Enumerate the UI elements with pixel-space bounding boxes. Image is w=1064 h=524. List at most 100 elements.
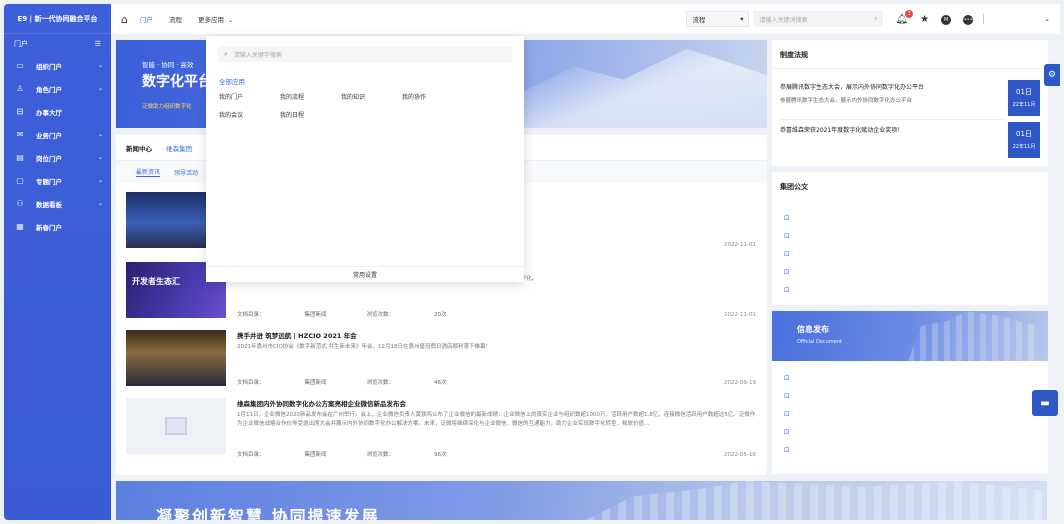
list-item[interactable]: 携手并进 筑梦远航 | HZCIO 2021 年会 2021年惠州市CIO协会《… bbox=[126, 330, 756, 388]
nav-process[interactable]: 流程 bbox=[169, 14, 182, 24]
notice-sub: 参展腾讯数字生态大会，展示内外协同数字化办公平台 bbox=[780, 98, 913, 104]
doc-icon[interactable]: ⊡ bbox=[784, 410, 790, 418]
date-day: 01日 bbox=[1016, 88, 1032, 96]
article-title[interactable]: 携手并进 筑梦远航 | HZCIO 2021 年会 bbox=[237, 330, 357, 340]
article-meta: 文档目录： 集团新闻 浏览次数： 96次 bbox=[237, 450, 487, 458]
app-link-my-schedule[interactable]: 我的日程 bbox=[280, 110, 341, 128]
grid-icon: ▦ bbox=[16, 222, 24, 231]
nav-portal[interactable]: 门户 bbox=[140, 14, 153, 24]
chevron-down-icon: ⌄ bbox=[227, 17, 234, 24]
notice-title: 恭喜维森荣获2021年度数字化赋动企业奖项！ bbox=[780, 127, 904, 134]
common-settings-button[interactable]: 常用设置 bbox=[206, 266, 524, 282]
sidebar-item-label: 新春门户 bbox=[36, 223, 62, 232]
dropdown-search-placeholder: 请输入关键字搜索 bbox=[233, 51, 282, 59]
sidebar-item-business-portal[interactable]: ✉ 业务门户 ⌄ bbox=[4, 123, 111, 146]
sidebar-portal-label: 门户 bbox=[14, 40, 28, 48]
top-bar: ⌂ 门户 流程 更多应用 ⌄ 流程 ▾ 请输入关键词搜索 ⌕ 🔔︎ 1 ★ M ••… bbox=[111, 4, 1060, 34]
sidebar-item-topic-portal[interactable]: ▢ 专题门户 ⌄ bbox=[4, 169, 111, 192]
info-banner: 信息发布 Official Document bbox=[772, 311, 1048, 361]
sidebar-item-spring-portal[interactable]: ▦ 新春门户 bbox=[4, 215, 111, 238]
doc-icon[interactable]: ⊡ bbox=[784, 268, 790, 276]
date-month: 22年11月 bbox=[1012, 102, 1036, 108]
app-link-my-collab[interactable]: 我的协作 bbox=[402, 92, 463, 110]
sidebar-portal-header: 门户 ☰ bbox=[4, 34, 111, 54]
article-thumbnail-placeholder bbox=[126, 398, 226, 454]
search-icon: ⌕ bbox=[224, 49, 228, 58]
sidebar-item-data-board[interactable]: ⚇ 数据看板 ⌄ bbox=[4, 192, 111, 215]
tab-news-center[interactable]: 新闻中心 bbox=[126, 143, 152, 153]
article-date: 2022-09-19 bbox=[724, 380, 756, 386]
panel-title: 集团公文 bbox=[780, 183, 808, 191]
user-icon: ♙ bbox=[16, 84, 24, 93]
meta-dir-label: 文档目录： bbox=[237, 380, 265, 386]
tab-group[interactable]: 维森集团 bbox=[166, 143, 192, 153]
nav-more-apps-label: 更多应用 bbox=[197, 16, 224, 24]
sidebar-item-service-hall[interactable]: ⊟ 办事大厅 bbox=[4, 100, 111, 123]
meta-views-label: 浏览次数： bbox=[366, 312, 395, 318]
article-desc: 2021年惠州市CIO协会《数字新范式 共生新未来》年会，12月18日在惠州皇冠… bbox=[237, 344, 492, 350]
list-item[interactable]: 维森集团内外协同数字化办公方案亮相企业微信新品发布会 1月11日，企业微信202… bbox=[126, 398, 756, 460]
article-date: 2022-11-01 bbox=[724, 242, 756, 248]
article-date: 2022-11-01 bbox=[724, 312, 756, 318]
doc-icon[interactable]: ⊡ bbox=[784, 374, 790, 382]
list-item[interactable]: 恭喜维森荣获2021年度数字化赋动企业奖项！ bbox=[780, 125, 1038, 134]
search-scope-select[interactable]: 流程 ▾ bbox=[686, 11, 750, 27]
article-date: 2022-05-16 bbox=[724, 452, 756, 458]
dropdown-search-input[interactable]: ⌕ 请输入关键字搜索 bbox=[218, 46, 512, 62]
search-icon[interactable]: ⌕ bbox=[874, 15, 877, 23]
more-dots-circle: ••• bbox=[963, 15, 974, 25]
article-thumbnail bbox=[126, 330, 226, 386]
subtab-leaders[interactable]: 领导活动 bbox=[174, 168, 198, 177]
star-icon[interactable]: ★ bbox=[920, 14, 929, 25]
chevron-down-icon: ⌄ bbox=[97, 131, 103, 138]
doc-icon[interactable]: ⊡ bbox=[784, 286, 790, 294]
buildings-image bbox=[586, 481, 1046, 520]
home-icon[interactable]: ⌂ bbox=[121, 13, 128, 26]
sidebar-item-label: 专题门户 bbox=[36, 177, 62, 186]
chevron-down-icon: ⌄ bbox=[97, 154, 103, 161]
search-input[interactable]: 请输入关键词搜索 ⌕ bbox=[753, 11, 884, 27]
app-link-my-meeting[interactable]: 我的会议 bbox=[219, 110, 280, 128]
meta-dir: 集团新闻 bbox=[304, 312, 327, 318]
meta-views: 20次 bbox=[434, 312, 447, 318]
list-item[interactable]: 参展腾讯数字生态大会，展示内外协同数字化办公平台 参展腾讯数字生态大会，展示内外… bbox=[780, 82, 1038, 104]
avatar-m-icon[interactable]: M bbox=[941, 13, 952, 25]
doc-icon[interactable]: ⊡ bbox=[784, 232, 790, 240]
app-link-my-knowledge[interactable]: 我的知识 bbox=[341, 92, 402, 110]
article-meta: 文档目录： 集团新闻 浏览次数： 20次 bbox=[237, 310, 487, 318]
subtab-latest[interactable]: 最新资讯 bbox=[136, 167, 161, 177]
meta-views-label: 浏览次数： bbox=[366, 380, 395, 386]
article-title[interactable]: 维森集团内外协同数字化办公方案亮相企业微信新品发布会 bbox=[237, 398, 406, 408]
meta-views: 46次 bbox=[434, 380, 447, 386]
doc-icon[interactable]: ⊡ bbox=[784, 446, 790, 454]
more-dots-icon[interactable]: ••• bbox=[963, 13, 974, 25]
sidebar-item-org-portal[interactable]: ▭ 组织门户 ⌄ bbox=[4, 54, 111, 77]
app-link-my-process[interactable]: 我的流程 bbox=[280, 92, 341, 110]
doc-icon[interactable]: ⊡ bbox=[784, 214, 790, 222]
info-banner-title: 信息发布 bbox=[797, 325, 829, 334]
sidebar-item-role-portal[interactable]: ♙ 角色门户 ⌄ bbox=[4, 77, 111, 100]
all-apps-link[interactable]: 全部应用 bbox=[219, 76, 245, 86]
doc-icon[interactable]: ⊡ bbox=[784, 428, 790, 436]
sidebar-item-label: 办事大厅 bbox=[36, 108, 62, 117]
chat-icon[interactable]: ▬ bbox=[1032, 390, 1058, 416]
buildings-image bbox=[908, 311, 1038, 361]
nav-more-apps[interactable]: 更多应用 ⌄ bbox=[198, 14, 233, 24]
date-day: 01日 bbox=[1016, 130, 1032, 138]
collapse-menu-icon[interactable]: ☰ bbox=[95, 40, 101, 48]
bottom-banner: 凝聚创新智慧 协同提速发展 bbox=[116, 481, 1047, 520]
settings-gear-icon[interactable]: ⚙ bbox=[1044, 64, 1060, 86]
chevron-down-icon[interactable]: ⌄ bbox=[1044, 15, 1050, 23]
sidebar-item-label: 角色门户 bbox=[36, 85, 62, 94]
article-desc: 1月11日，企业微信2022新品发布会在广州举行。会上，企业微信负责人黄铁鸣公布… bbox=[237, 412, 756, 427]
doc-icon[interactable]: ⊡ bbox=[784, 392, 790, 400]
doc-icon[interactable]: ⊡ bbox=[784, 250, 790, 258]
info-release-panel: 信息发布 Official Document ⊡ ⊡ ⊡ ⊡ ⊡ bbox=[772, 311, 1048, 474]
mail-icon: ✉ bbox=[16, 130, 24, 139]
sidebar-item-post-portal[interactable]: ▤ 岗位门户 ⌄ bbox=[4, 146, 111, 169]
group-docs-panel: 集团公文 ⊡ ⊡ ⊡ ⊡ ⊡ bbox=[772, 172, 1048, 305]
bell-icon[interactable]: 🔔︎ 1 bbox=[895, 9, 914, 25]
banner-subtitle: 智能 · 协同 · 高效 bbox=[142, 61, 194, 69]
app-link-my-portal[interactable]: 我的门户 bbox=[219, 92, 280, 110]
clipboard-icon: ▤ bbox=[16, 153, 24, 162]
